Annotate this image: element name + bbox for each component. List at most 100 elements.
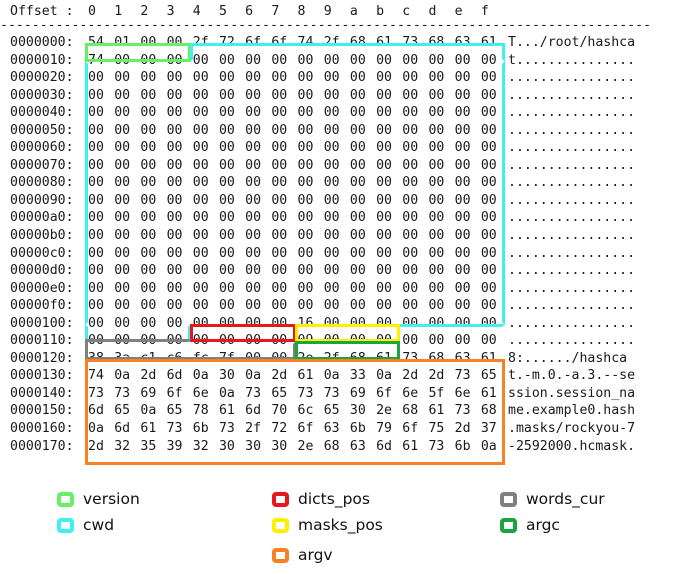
hex-byte: 00 <box>376 280 392 296</box>
hex-byte: 00 <box>402 192 419 208</box>
hex-byte: 6b <box>454 438 471 454</box>
hex-row: 00000e0: 00 00 00 00 00 00 00 00 00 00 00 00 00 00 00 00… <box>0 280 695 298</box>
hex-byte: 3a <box>114 350 131 366</box>
column-header-c: c <box>402 4 411 19</box>
hex-byte: 6e <box>402 385 419 401</box>
hex-byte: 00 <box>480 157 497 173</box>
hex-byte: 00 <box>245 87 262 103</box>
row-ascii: 8:....../hashca <box>508 350 628 366</box>
row-offset: 00000f0: <box>10 298 74 314</box>
hex-byte: 2d <box>402 368 419 384</box>
hex-byte: 00 <box>88 228 104 244</box>
hex-byte: 00 <box>480 175 497 191</box>
hex-byte: 00 <box>88 280 104 296</box>
hex-row: 0000060: 00 00 00 00 00 00 00 00 00 00 00 00 00 00 00 00… <box>0 139 695 157</box>
row-offset: 0000120: <box>10 350 74 366</box>
row-bytes: 00 00 00 00 00 00 00 00 09 00 00 00 00 00 00 00 <box>88 332 508 350</box>
hex-byte: 00 <box>271 122 288 138</box>
hex-byte: 00 <box>140 87 157 103</box>
hex-byte: 32 <box>114 438 131 454</box>
hex-row: 00000c0: 00 00 00 00 00 00 00 00 00 00 00 00 00 00 00 00… <box>0 245 695 263</box>
row-ascii: ................ <box>508 333 636 349</box>
hex-byte: 00 <box>349 175 366 191</box>
hex-byte: 00 <box>428 245 445 261</box>
hex-byte: 00 <box>192 245 209 261</box>
hex-byte: 00 <box>88 263 104 279</box>
column-header-6: 6 <box>245 4 254 19</box>
column-header-0: 0 <box>88 4 96 19</box>
hex-byte: 00 <box>88 87 104 103</box>
hex-row: 0000140: 73 73 69 6f 6e 0a 73 65 73 73 69 6f 6e 5f 6e 61… <box>0 385 695 403</box>
row-ascii: ssion.session_na <box>508 385 636 401</box>
hex-byte: 00 <box>480 245 497 261</box>
hex-byte: 00 <box>114 263 131 279</box>
hex-byte: 73 <box>454 368 471 384</box>
hex-byte: 00 <box>218 228 235 244</box>
row-ascii: ................ <box>508 87 636 103</box>
hex-byte: 00 <box>349 228 366 244</box>
legend-swatch-cwd <box>57 518 74 534</box>
hex-byte: 00 <box>114 192 131 208</box>
hex-byte: 2d <box>271 368 288 384</box>
hex-row: 00000f0: 00 00 00 00 00 00 00 00 00 00 00 00 00 00 00 00… <box>0 297 695 315</box>
hex-byte: 00 <box>402 70 419 86</box>
hex-byte: 00 <box>166 122 183 138</box>
hex-byte: 00 <box>88 298 104 314</box>
hex-byte: 00 <box>114 210 131 226</box>
hex-byte: 2d <box>140 368 157 384</box>
hex-byte: 6e <box>454 385 471 401</box>
header-separator-rule: ----------------------------------------… <box>0 22 652 33</box>
hex-byte: 00 <box>271 87 288 103</box>
hex-byte: 00 <box>192 333 209 349</box>
hex-byte: 00 <box>376 298 392 314</box>
hex-byte: 61 <box>480 385 497 401</box>
hex-byte: 00 <box>140 245 157 261</box>
hex-byte: 74 <box>297 35 314 50</box>
hex-byte: 00 <box>402 228 419 244</box>
hex-byte: 00 <box>323 263 340 279</box>
hex-byte: 00 <box>218 298 235 314</box>
hex-byte: 00 <box>349 70 366 86</box>
hex-byte: 00 <box>480 333 497 349</box>
row-bytes: 00 00 00 00 00 00 00 00 00 00 00 00 00 00 00 00 <box>88 104 508 122</box>
hex-byte: 00 <box>140 52 157 68</box>
hex-byte: 2f <box>323 350 340 366</box>
hex-byte: 00 <box>140 210 157 226</box>
hex-byte: 00 <box>349 157 366 173</box>
hex-byte: 0a <box>88 421 104 437</box>
hex-byte: 01 <box>114 35 131 50</box>
hex-byte: 61 <box>480 35 497 50</box>
hex-byte: 00 <box>271 350 288 366</box>
hex-byte: 00 <box>323 298 340 314</box>
hex-byte: 00 <box>140 333 157 349</box>
hex-byte: 09 <box>297 333 314 349</box>
hex-byte: 00 <box>454 122 471 138</box>
hex-byte: 00 <box>218 157 235 173</box>
hex-byte: 00 <box>480 263 497 279</box>
hex-byte: 74 <box>88 368 104 384</box>
row-bytes: 00 00 00 00 00 00 00 00 00 00 00 00 00 00 00 00 <box>88 227 508 245</box>
hex-byte: 00 <box>166 140 183 156</box>
hex-byte: 00 <box>271 280 288 296</box>
hex-byte: 75 <box>428 421 445 437</box>
hex-byte: 61 <box>140 421 157 437</box>
hex-byte: 30 <box>218 438 235 454</box>
hex-byte: 00 <box>428 157 445 173</box>
column-header-9: 9 <box>323 4 332 19</box>
row-ascii: ................ <box>508 105 636 121</box>
hex-byte: 6d <box>88 403 104 419</box>
hex-byte: 0a <box>480 438 497 454</box>
row-offset: 00000b0: <box>10 228 74 244</box>
hex-byte: 00 <box>88 140 104 156</box>
hex-byte: 00 <box>271 175 288 191</box>
hex-byte: 00 <box>428 228 445 244</box>
hex-row: 0000010: 74 00 00 00 00 00 00 00 00 00 00 00 00 00 00 00… <box>0 52 695 70</box>
row-bytes: 00 00 00 00 00 00 00 00 00 00 00 00 00 00 00 00 <box>88 139 508 157</box>
hex-byte: 00 <box>245 280 262 296</box>
hex-byte: 73 <box>166 421 183 437</box>
hex-byte: 00 <box>166 315 183 331</box>
row-ascii: me.example0.hash <box>508 403 636 419</box>
hex-row: 0000160: 0a 6d 61 73 6b 73 2f 72 6f 63 6b 79 6f 75 2d 37… <box>0 420 695 438</box>
hex-byte: 32 <box>192 438 209 454</box>
hex-byte: 00 <box>402 105 419 121</box>
